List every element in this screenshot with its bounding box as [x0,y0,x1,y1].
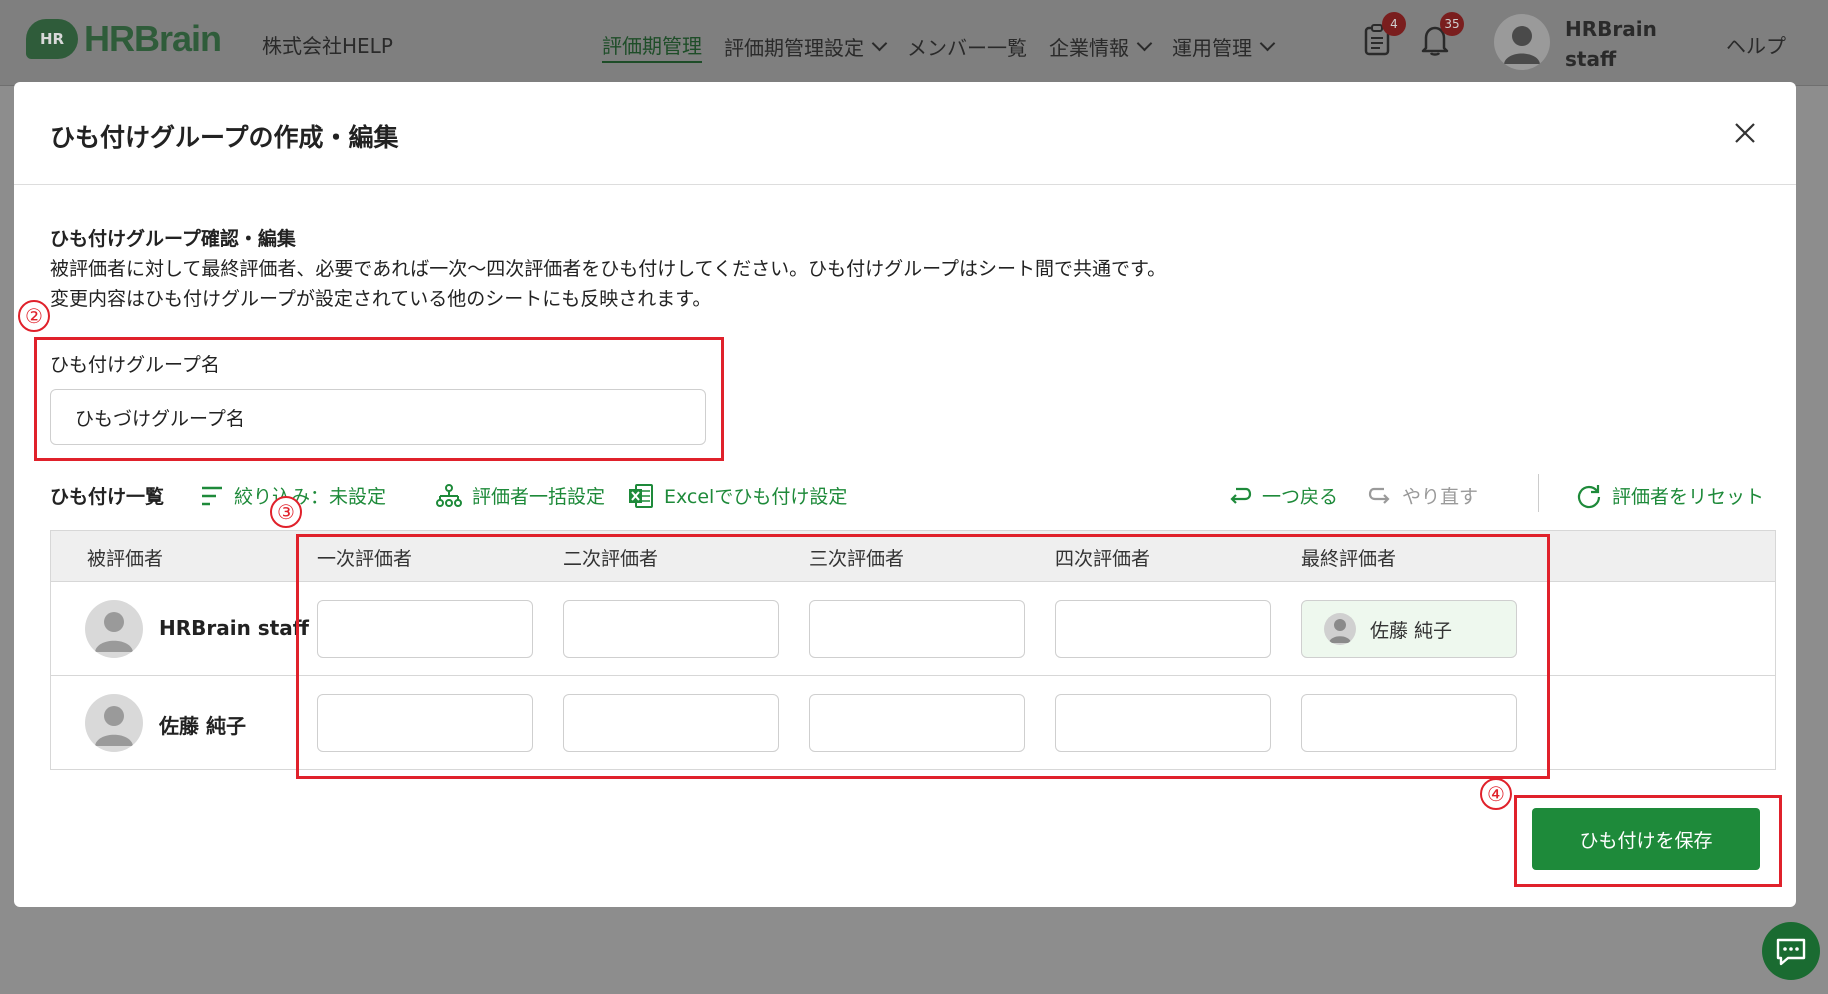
redo-icon [1368,487,1390,504]
undo-icon [1230,487,1252,504]
redo-label: やり直す [1402,486,1479,508]
reset-evaluators-button[interactable]: 評価者をリセット [1576,482,1764,509]
help-link[interactable]: ヘルプ [1726,30,1786,59]
user-silhouette-icon [1504,26,1540,64]
nav-evaluation-period[interactable]: 評価期管理 [602,30,702,63]
excel-label: Excelでひも付け設定 [664,486,848,508]
description-line-1: 被評価者に対して最終評価者、必要であれば一次〜四次評価者をひも付けしてください。… [50,258,1167,280]
avatar [85,600,143,658]
annotation-2: ② [18,300,50,332]
close-button[interactable] [1730,118,1760,148]
description-line-2: 変更内容はひも付けグループが設定されている他のシートにも反映されます。 [50,288,712,310]
evaluatee-name: 佐藤 純子 [159,714,246,738]
company-name: 株式会社HELP [262,34,393,58]
evaluatee-name: HRBrain staff [159,616,309,640]
excel-link-settings-button[interactable]: Excelでひも付け設定 [628,482,847,509]
nav-label: 運用管理 [1172,36,1252,60]
chevron-down-icon [1259,35,1276,52]
group-name-input[interactable] [50,389,706,445]
chat-bubble-icon [1776,938,1806,966]
app-header: HR HRBrain 株式会社HELP 評価期管理 評価期管理設定 メンバー一覧… [0,0,1828,86]
excel-icon [629,483,653,508]
modal-divider [14,184,1796,185]
nav-label: 評価期管理設定 [724,36,864,60]
user-name-line2: staff [1565,47,1617,71]
user-menu[interactable]: HRBrain staff [1565,14,1657,74]
user-avatar[interactable] [1494,14,1550,70]
nav-operations[interactable]: 運用管理 [1172,30,1276,63]
reset-label: 評価者をリセット [1612,486,1765,508]
section-title: ひも付けグループ確認・編集 [50,228,296,250]
nav-label: 企業情報 [1049,36,1129,60]
undo-button[interactable]: 一つ戻る [1228,482,1338,509]
user-silhouette-icon [95,706,133,746]
undo-label: 一つ戻る [1262,486,1339,508]
hrbrain-logo[interactable]: HR HRBrain [26,18,222,60]
refresh-icon [1577,484,1601,508]
chevron-down-icon [1136,35,1153,52]
nav-evaluation-period-settings[interactable]: 評価期管理設定 [724,30,888,63]
nav-member-list[interactable]: メンバー一覧 [907,30,1027,63]
bulk-set-evaluators-button[interactable]: 評価者一括設定 [436,482,605,509]
chevron-down-icon [871,35,888,52]
logo-badge: HR [26,19,78,59]
link-list-label: ひも付け一覧 [50,486,165,508]
user-name-line1: HRBrain [1565,17,1657,41]
link-list-toolbar: ひも付け一覧 絞り込み：未設定 評価者一括設定 Excelでひも付け設定 一つ戻… [50,474,1770,514]
toolbar-separator [1538,474,1539,512]
save-links-button[interactable]: ひも付けを保存 [1532,808,1760,870]
group-name-label: ひも付けグループ名 [50,354,220,376]
bulk-set-label: 評価者一括設定 [472,486,606,508]
org-chart-icon [436,483,462,507]
close-icon [1735,123,1755,143]
modal-title: ひも付けグループの作成・編集 [50,123,399,152]
annotation-box-evaluators [296,534,1550,779]
notifications-count-badge: 35 [1440,12,1464,36]
annotation-4: ④ [1480,778,1512,810]
main-nav: 評価期管理 評価期管理設定 メンバー一覧 企業情報 運用管理 [602,30,1295,63]
avatar [85,694,143,752]
nav-label: メンバー一覧 [907,36,1027,60]
redo-button[interactable]: やり直す [1368,482,1478,509]
filter-icon [202,486,222,505]
tasks-count-badge: 4 [1382,12,1406,36]
logo-text: HRBrain [84,18,222,59]
filter-label: 絞り込み：未設定 [234,486,387,508]
chat-support-button[interactable] [1762,922,1820,980]
tasks-button[interactable]: 4 [1362,12,1406,56]
notifications-button[interactable]: 35 [1420,12,1464,56]
header-evaluatee: 被評価者 [87,548,164,570]
nav-label: 評価期管理 [602,34,702,58]
annotation-3: ③ [270,496,302,528]
user-silhouette-icon [95,612,133,652]
nav-company-info[interactable]: 企業情報 [1049,30,1153,63]
link-group-modal: ひも付けグループの作成・編集 ひも付けグループ確認・編集 被評価者に対して最終評… [14,82,1796,907]
